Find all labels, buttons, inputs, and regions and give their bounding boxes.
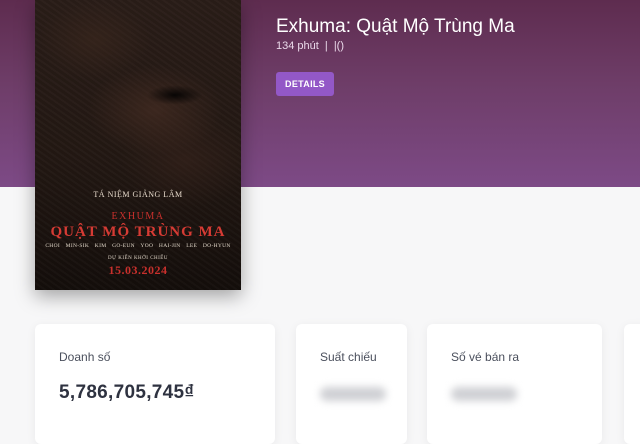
poster-tagline: TÁ NIỆM GIẢNG LÂM — [93, 190, 183, 199]
movie-duration: 134 phút — [276, 40, 319, 52]
stat-label-tickets: Số vé bán ra — [451, 350, 520, 364]
movie-title: Exhuma: Quật Mộ Trùng Ma — [276, 16, 515, 37]
movie-poster[interactable]: TÁ NIỆM GIẢNG LÂM EXHUMA QUẬT MỘ TRÙNG M… — [35, 0, 241, 290]
poster-release-date: 15.03.2024 — [108, 263, 168, 277]
meta-separator: | — [324, 40, 328, 52]
meta-extra: |() — [333, 40, 344, 52]
stat-label-revenue: Doanh số — [59, 350, 111, 364]
stat-label-showtimes: Suất chiếu — [320, 350, 377, 364]
movie-meta: 134 phút | |() — [276, 40, 347, 52]
stat-card-tickets: Số vé bán ra — [427, 324, 602, 444]
stat-card-revenue: Doanh số 5,786,705,745₫ — [35, 324, 275, 444]
stat-value-tickets-blurred — [451, 387, 517, 401]
poster-cast: CHOI MIN-SIK KIM GO-EUN YOO HAI-JIN LEE … — [45, 243, 231, 249]
stat-value-showtimes-blurred — [320, 387, 386, 401]
poster-release-label: DỰ KIẾN KHỞI CHIẾU — [108, 256, 168, 261]
stat-card-partial — [624, 324, 640, 444]
details-button[interactable]: DETAILS — [276, 72, 334, 96]
stat-card-showtimes: Suất chiếu — [296, 324, 407, 444]
poster-title-vi: QUẬT MỘ TRÙNG MA — [50, 224, 226, 240]
poster-title-en: EXHUMA — [111, 211, 165, 222]
stat-value-revenue: 5,786,705,745₫ — [59, 382, 195, 403]
